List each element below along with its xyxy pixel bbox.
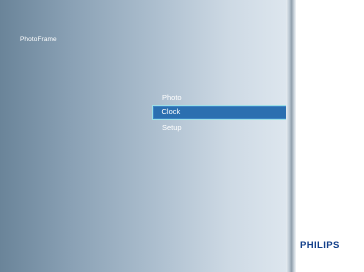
menu-item-photo[interactable]: Photo: [152, 90, 292, 105]
right-panel: [296, 0, 364, 272]
menu-item-clock[interactable]: Clock: [152, 105, 292, 120]
app-title: PhotoFrame: [20, 36, 57, 43]
menu-item-setup[interactable]: Setup: [152, 120, 292, 135]
panel-divider: [286, 0, 296, 272]
main-panel: PhotoFrame Photo Clock Setup: [0, 0, 292, 272]
photoframe-screen: PhotoFrame Photo Clock Setup PHILIPS: [0, 0, 364, 272]
philips-logo: PHILIPS: [300, 240, 340, 251]
main-menu: Photo Clock Setup: [152, 90, 292, 135]
